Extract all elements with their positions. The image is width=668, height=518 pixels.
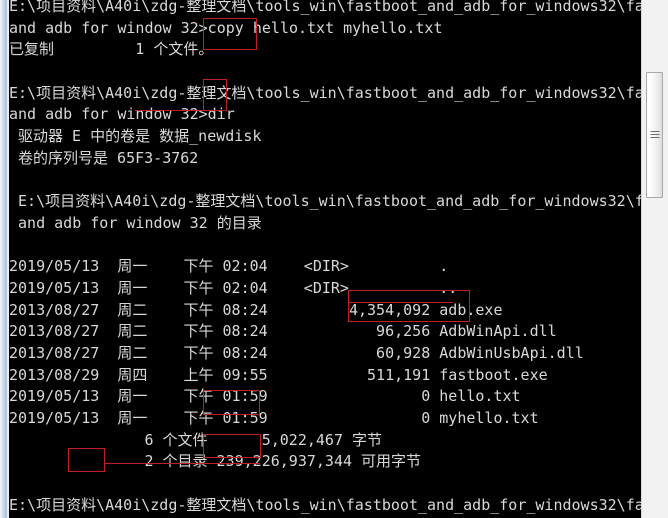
console-line: 2019/05/13 周一 下午 01:59 0 hello.txt xyxy=(9,387,521,406)
console-line: 2019/05/13 周一 下午 02:04 <DIR> .. xyxy=(9,278,458,297)
console-line: and adb for window 32 的目录 xyxy=(9,213,262,232)
console-line: and adb for window 32>dir xyxy=(9,105,235,124)
scrollbar-thumb[interactable] xyxy=(646,72,663,198)
console-line: 2019/05/13 周一 下午 01:59 0 myhello.txt xyxy=(9,409,539,428)
console-output-area[interactable]: E:\项目资料\A40i\zdg-整理文档\tools_win\fastboot… xyxy=(9,0,641,518)
console-line: E:\项目资料\A40i\zdg-整理文档\tools_win\fastboot… xyxy=(9,192,641,211)
console-text-lines: E:\项目资料\A40i\zdg-整理文档\tools_win\fastboot… xyxy=(9,0,641,518)
console-line: 已复制 1 个文件。 xyxy=(9,40,214,59)
console-line: 卷的序列号是 65F3-3762 xyxy=(9,148,199,167)
console-line: and adb for window 32>copy hello.txt myh… xyxy=(9,18,443,37)
console-line: E:\项目资料\A40i\zdg-整理文档\tools_win\fastboot… xyxy=(9,0,641,15)
console-line: 驱动器 E 中的卷是 数据_newdisk xyxy=(9,127,262,146)
scrollbar-grip-icon xyxy=(650,131,659,139)
console-line: 6 个文件 5,022,467 字节 xyxy=(9,430,383,449)
vertical-scrollbar[interactable] xyxy=(641,0,668,518)
console-line: 2013/08/27 周二 下午 08:24 60,928 AdbWinUsbA… xyxy=(9,344,584,362)
console-line: E:\项目资料\A40i\zdg-整理文档\tools_win\fastboot… xyxy=(9,83,641,102)
console-line: 2013/08/27 周二 下午 08:24 4,354,092 adb.exe xyxy=(9,300,503,319)
console-line: 2013/08/27 周二 下午 08:24 96,256 AdbWinApi.… xyxy=(9,322,557,341)
console-line: 2019/05/13 周一 下午 02:04 <DIR> . xyxy=(9,257,449,276)
console-line: E:\项目资料\A40i\zdg-整理文档\tools_win\fastboot… xyxy=(9,495,641,514)
console-window: E:\项目资料\A40i\zdg-整理文档\tools_win\fastboot… xyxy=(0,0,668,518)
console-line: 2013/08/29 周四 上午 09:55 511,191 fastboot.… xyxy=(9,365,548,384)
console-line: 2 个目录 239,226,937,344 可用字节 xyxy=(9,452,422,471)
